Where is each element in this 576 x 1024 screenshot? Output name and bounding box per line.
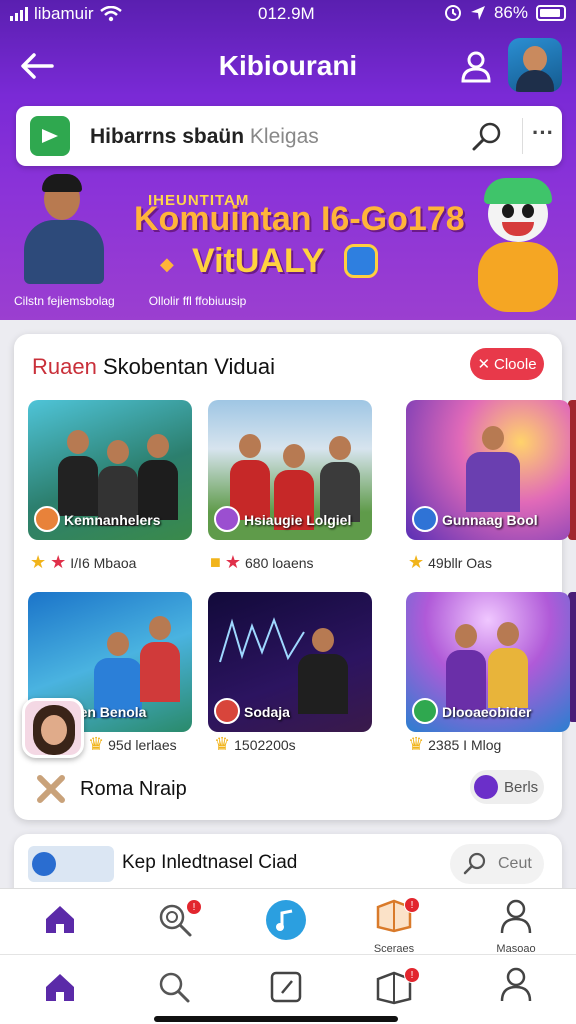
- heart-icon: [214, 698, 240, 724]
- tile-caption: Kemnanhelers: [64, 512, 161, 528]
- app-logo-icon: [30, 116, 70, 156]
- tile-meta: ♛ 2385 I Mlog: [408, 734, 502, 754]
- wifi-icon: [99, 6, 122, 22]
- tile-meta: ♛ 95d lerlaes: [88, 734, 177, 754]
- tab-profile[interactable]: Masoao: [476, 897, 556, 957]
- banner-footer-right: Ollolir ffl ffobiuusip: [148, 294, 247, 308]
- search-divider: [522, 118, 523, 154]
- tile-caption: Gunnaag Bool: [442, 512, 538, 528]
- search-input[interactable]: Hibarrns sbaün Kleigas: [90, 125, 319, 149]
- home-indicator[interactable]: [154, 1016, 398, 1022]
- notification-badge: !: [404, 897, 420, 913]
- star-icon: ♛: [88, 734, 105, 754]
- tab-home[interactable]: [20, 897, 100, 957]
- location-icon: [470, 6, 485, 20]
- tile-caption: Hsiaugie Lolgiel: [244, 512, 352, 528]
- close-icon: ✕: [477, 356, 491, 373]
- profile-icon: [500, 899, 532, 934]
- crossed-tools-icon: [37, 775, 65, 803]
- home-icon: [46, 974, 74, 1001]
- video-tile[interactable]: Gunnaag Bool: [406, 400, 570, 540]
- banner-host-illustration: [20, 174, 110, 284]
- tile-meta: ■ ★ 680 loaens: [210, 552, 314, 572]
- banner-title: Komuintan I6-Go178: [134, 200, 465, 238]
- video-tile[interactable]: Kemnanhelers: [28, 400, 192, 540]
- notification-badge: !: [186, 899, 202, 915]
- heart-icon: [34, 506, 60, 532]
- star-icon: ★: [408, 552, 425, 572]
- status-bar: libamuir 012.9M 86%: [0, 0, 576, 28]
- home-icon: [46, 906, 74, 933]
- video-tile[interactable]: Hsiaugie Lolgiel: [208, 400, 372, 540]
- mascot-illustration: [470, 178, 570, 318]
- neon-sign-illustration: [219, 617, 305, 663]
- tile-caption: Dlooaeobider: [442, 704, 532, 720]
- notification-badge: !: [404, 967, 420, 983]
- star-icon: ■: [210, 552, 221, 572]
- battery-icon: [536, 5, 566, 21]
- heart-icon: [412, 506, 438, 532]
- star-icon: ♛: [214, 734, 231, 754]
- tile-caption: Sodaja: [244, 704, 290, 720]
- signal-icon: [10, 7, 28, 21]
- tile-meta: ♛ 1502200s: [214, 734, 296, 754]
- next-section-card[interactable]: Kep Inledtnasel Ciad Ceut: [14, 834, 562, 894]
- tab-search[interactable]: !: [134, 897, 214, 957]
- user-avatar[interactable]: [508, 38, 562, 92]
- tab-bar-primary: !: [0, 954, 576, 1024]
- tab-profile[interactable]: [476, 965, 556, 1024]
- tab-scenes[interactable]: ! Sceraes: [354, 897, 434, 957]
- tile-meta: ★ 49bllr Oas: [408, 552, 492, 572]
- banner-footer: Cilstn fejiemsbolag Ollolir ffl ffobiuus…: [14, 294, 246, 308]
- video-tile[interactable]: Sodaja: [208, 592, 372, 732]
- banner-emoji-badge-icon: [344, 244, 378, 278]
- status-time: 012.9M: [258, 4, 315, 23]
- star-icon: ★: [30, 552, 47, 572]
- buy-button[interactable]: Berls: [470, 770, 544, 804]
- host-avatar[interactable]: [22, 698, 84, 758]
- banner-footer-left: Cilstn fejiemsbolag: [14, 294, 115, 308]
- carrier-label: libamuir: [34, 4, 94, 23]
- check-icon: [412, 698, 438, 724]
- promo-banner[interactable]: IHEUNTITAM Komuintan I6-Go178 ◆ VitUALY …: [0, 170, 576, 320]
- more-options-icon[interactable]: ···: [532, 120, 554, 146]
- search-bar[interactable]: Hibarrns sbaün Kleigas ···: [16, 106, 562, 166]
- section-footer-label: Roma Nraip: [80, 777, 187, 800]
- tab-home[interactable]: [20, 965, 100, 1024]
- search-icon: [159, 972, 190, 1003]
- star-icon: ★: [50, 552, 67, 572]
- close-button[interactable]: ✕ Cloole: [470, 348, 544, 380]
- buy-icon: [474, 775, 498, 799]
- share-icon: [214, 506, 240, 532]
- edit-square-icon: [270, 971, 302, 1003]
- next-section-search[interactable]: Ceut: [450, 844, 544, 884]
- tab-bar-secondary: ! ! Sceraes Masoao: [0, 888, 576, 957]
- music-note-icon: [266, 900, 306, 940]
- star-icon: ♛: [408, 734, 425, 754]
- section-title: Ruaen Skobentan Viduai: [32, 354, 276, 379]
- alarm-icon: [444, 5, 461, 21]
- app-bar: Kibiourani: [0, 36, 576, 96]
- video-tile[interactable]: Dlooaeobider: [406, 592, 570, 732]
- battery-percent: 86%: [493, 3, 528, 22]
- sparkle-icon: ◆: [160, 254, 174, 274]
- section-footer[interactable]: Roma Nraip: [36, 774, 187, 804]
- star-icon: ★: [224, 552, 242, 572]
- profile-icon: [500, 967, 532, 1002]
- search-icon: [463, 852, 486, 875]
- profile-icon[interactable]: [458, 48, 494, 84]
- next-section-thumbnail: [28, 846, 114, 882]
- tile-meta: ★ ★ I/I6 Mbaoa: [30, 552, 137, 572]
- header-background: libamuir 012.9M 86% Kibiourani Hibarrns …: [0, 0, 576, 320]
- next-section-title: Kep Inledtnasel Ciad: [122, 852, 298, 873]
- search-icon[interactable]: [470, 120, 504, 154]
- banner-subtitle: VitUALY: [192, 242, 325, 280]
- tab-music[interactable]: [246, 897, 326, 957]
